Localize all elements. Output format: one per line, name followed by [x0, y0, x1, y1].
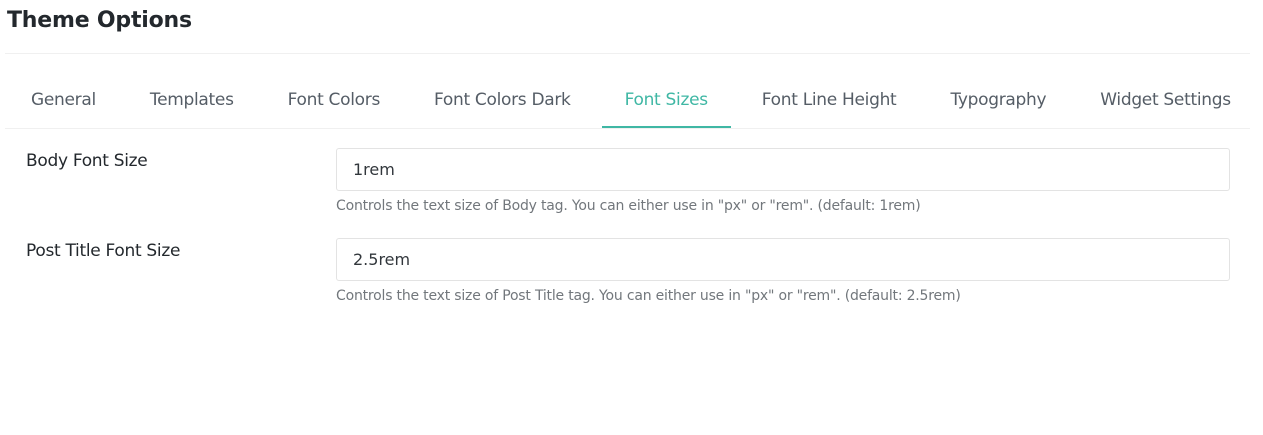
post-title-font-size-help: Controls the text size of Post Title tag… [336, 288, 961, 304]
tab-font-line-height[interactable]: Font Line Height [739, 72, 920, 128]
theme-options-page: Theme Options General Templates Font Col… [0, 0, 1263, 435]
tab-typography[interactable]: Typography [927, 72, 1069, 128]
post-title-font-size-label: Post Title Font Size [26, 241, 181, 261]
title-divider [5, 53, 1250, 54]
tab-font-colors[interactable]: Font Colors [265, 72, 403, 128]
post-title-font-size-input[interactable] [336, 238, 1230, 281]
body-font-size-input[interactable] [336, 148, 1230, 191]
tab-font-sizes[interactable]: Font Sizes [601, 72, 731, 128]
tab-font-colors-dark[interactable]: Font Colors Dark [411, 72, 594, 128]
tab-general[interactable]: General [8, 72, 119, 128]
body-font-size-label: Body Font Size [26, 151, 148, 171]
page-title: Theme Options [7, 8, 192, 33]
tab-templates[interactable]: Templates [127, 72, 257, 128]
tab-widget-settings[interactable]: Widget Settings [1077, 72, 1254, 128]
body-font-size-help: Controls the text size of Body tag. You … [336, 198, 921, 214]
tab-bar: General Templates Font Colors Font Color… [5, 72, 1250, 129]
